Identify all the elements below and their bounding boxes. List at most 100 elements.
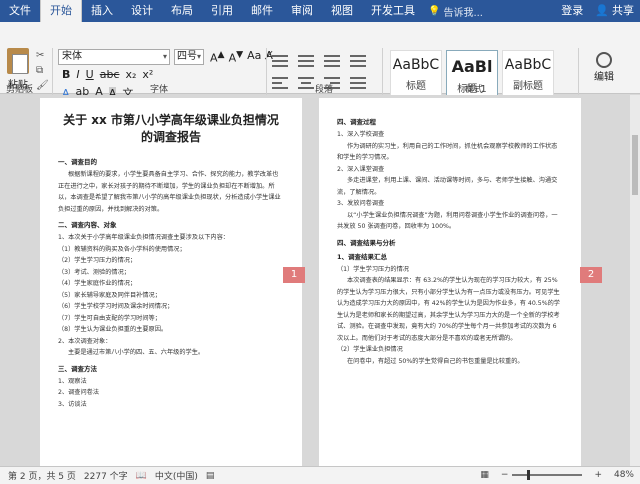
tab-file[interactable]: 文件 (0, 0, 40, 22)
paragraph: 以“小学生课业负担情况调查”为题，利用问卷调查小学生作业的调查问卷，一共发放 5… (337, 211, 558, 231)
chevron-down-icon: ▾ (162, 52, 167, 61)
paragraph: 多走进课堂，利用上课、课间、活动课等时间，多与、老师学生接触、沟通交流，了解情况… (337, 177, 558, 196)
paragraph: （2）学生课业负担情况 (337, 346, 403, 353)
paragraph: 主要是通过市第八小学的四、五、六年级的学生。 (68, 349, 205, 356)
multilevel-list-icon[interactable] (324, 52, 340, 70)
list-item: 1、观察法 (58, 377, 87, 385)
superscript-button[interactable]: x² (142, 68, 153, 81)
scrollbar-thumb[interactable] (632, 135, 638, 195)
paragraph: （1）学生学习压力的情况 (337, 265, 409, 273)
login-button[interactable]: 登录 (555, 0, 589, 22)
tab-mailings[interactable]: 邮件 (242, 0, 282, 22)
section-heading: 三、调查方法 (58, 364, 97, 373)
document-page-1[interactable]: 关于 xx 市第八小学高年级课业负担情况的调查报告 一、调查目的 根据新课程的要… (40, 98, 302, 466)
font-name-select[interactable]: 宋体 ▾ (58, 49, 170, 65)
page-number-label: 1 (283, 267, 305, 283)
tab-developer[interactable]: 开发工具 (362, 0, 424, 22)
numbering-icon[interactable] (298, 52, 314, 70)
list-item: 2、调查问卷法 (58, 389, 100, 396)
paragraph: 1、深入学校调查 (337, 131, 385, 138)
paragraph: 2、深入课堂调查 (337, 165, 385, 173)
section-heading: 二、调查内容、对象 (58, 221, 117, 229)
list-item: （2）学生学习压力的情况； (58, 257, 137, 264)
zoom-slider[interactable] (512, 470, 583, 480)
document-title: 关于 xx 市第八小学高年级课业负担情况的调查报告 (63, 113, 279, 144)
paragraph: 作为调研的实习生，利用自己的工作时间，抓住机会观察学校教师的工作状态和学生的学习… (337, 142, 558, 162)
section-heading: 四、调查过程 (337, 118, 376, 126)
page-count[interactable]: 第 2 页，共 5 页 (8, 469, 76, 482)
view-mode-icon[interactable]: ▦ (480, 470, 489, 480)
chevron-down-icon: ▾ (196, 52, 201, 61)
group-font: 字体 (150, 85, 169, 95)
paragraph: 在问卷中，有超过 50%的学生觉得自己的书包重量是比较重的。 (347, 357, 524, 365)
group-paragraph: 段落 (315, 85, 334, 95)
bullets-icon[interactable] (272, 52, 288, 70)
document-page-2[interactable]: 四、调查过程 1、深入学校调查 作为调研的实习生，利用自己的工作时间，抓住机会观… (319, 98, 581, 466)
zoom-slider-knob[interactable] (526, 470, 530, 480)
share-label: 共享 (612, 4, 634, 17)
section-heading: 四、调查结果与分析 (337, 238, 396, 247)
font-size-value: 四号 (177, 51, 197, 62)
italic-button[interactable]: I (76, 68, 79, 81)
share-button[interactable]: 👤 共享 (589, 0, 640, 22)
shrink-font-icon[interactable]: A▼ (229, 49, 244, 65)
tab-insert[interactable]: 插入 (82, 0, 122, 22)
zoom-in-icon[interactable]: + (594, 470, 602, 480)
vertical-scrollbar[interactable] (630, 95, 640, 466)
style-sample: AaBbC (392, 57, 440, 73)
paragraph: 1、本次关于小学高年级课业负担情况调查主要涉及以下内容： (58, 234, 229, 241)
search-icon (596, 52, 612, 68)
list-item: （5）家长辅导家庭及同伴目补情况； (58, 291, 161, 299)
style-sample: AaBl (451, 57, 493, 76)
word-count[interactable]: 2277 个字 (84, 469, 128, 482)
indent-icon[interactable] (350, 52, 366, 70)
zoom-out-icon[interactable]: − (501, 470, 509, 480)
group-styles: 样式 (465, 85, 484, 95)
search-placeholder: 告诉我... (443, 7, 483, 19)
paragraph: 2、本次调查对象： (58, 337, 112, 345)
tab-view[interactable]: 视图 (322, 0, 362, 22)
underline-button[interactable]: U (86, 68, 94, 81)
list-item: （8）学生认为课业负担重的主要原因。 (58, 326, 168, 333)
list-item: （3）考试、测验的情况； (58, 268, 130, 276)
aa-case-icon[interactable]: Aa (247, 49, 261, 65)
editing-label: 编辑 (594, 72, 614, 83)
proofing-icon[interactable]: 📖 (136, 471, 147, 481)
subscript-button[interactable]: x₂ (125, 68, 136, 81)
page-number-label: 2 (580, 267, 602, 283)
zoom-level[interactable]: 48% (614, 470, 634, 480)
lightbulb-icon: 💡 (428, 5, 441, 17)
list-item: （7）学生可自由支配的学习时间等； (58, 314, 161, 322)
zoom-control: ▦ − + 48% (472, 470, 634, 480)
copy-icon[interactable]: ⧉ (36, 65, 49, 76)
cut-icon[interactable]: ✂ (36, 50, 49, 61)
strikethrough-button[interactable]: abc (100, 68, 120, 81)
bold-button[interactable]: B (62, 68, 70, 81)
subsection-heading: 1、调查结果汇总 (337, 252, 388, 261)
list-item: 3、访谈法 (58, 400, 87, 408)
status-bar: 第 2 页，共 5 页 2277 个字 📖 中文(中国) ▤ ▦ − + 48% (0, 466, 640, 484)
tell-me-search[interactable]: 💡 告诉我... (424, 4, 483, 19)
list-item: （6）学生学校学习时间及课余时间情况； (58, 303, 174, 310)
tab-layout[interactable]: 布局 (162, 0, 202, 22)
list-item: （4）学生家庭作业的情况； (58, 280, 137, 287)
paragraph: 本次调查表的结果显示：有 63.2%的学生认为现在的学习压力较大，有 25%的学… (337, 277, 560, 342)
person-icon: 👤 (595, 4, 609, 17)
paragraph: 3、发放问卷调查 (337, 200, 385, 207)
language[interactable]: 中文(中国) (155, 469, 198, 482)
tab-references[interactable]: 引用 (202, 0, 242, 22)
editing-button[interactable]: 编辑 (584, 52, 624, 83)
clipboard-icon (7, 48, 29, 74)
grow-font-icon[interactable]: A▲ (210, 49, 225, 65)
document-workspace[interactable]: 关于 xx 市第八小学高年级课业负担情况的调查报告 一、调查目的 根据新课程的要… (0, 95, 640, 466)
group-clipboard: 剪贴板 (6, 85, 34, 95)
layout-icon[interactable]: ▤ (206, 471, 215, 481)
tab-home[interactable]: 开始 (40, 0, 82, 22)
tab-review[interactable]: 审阅 (282, 0, 322, 22)
list-item: （1）教辅资料的购买及各小学科的使用情况； (58, 245, 186, 253)
tab-design[interactable]: 设计 (122, 0, 162, 22)
font-size-select[interactable]: 四号 ▾ (174, 49, 204, 65)
section-heading: 一、调查目的 (58, 158, 97, 166)
font-name-value: 宋体 (62, 51, 82, 62)
paragraph: 根据新课程的要求，小学生要具备自主学习、合作、探究的能力，教学改革也正在进行之中… (58, 171, 281, 213)
